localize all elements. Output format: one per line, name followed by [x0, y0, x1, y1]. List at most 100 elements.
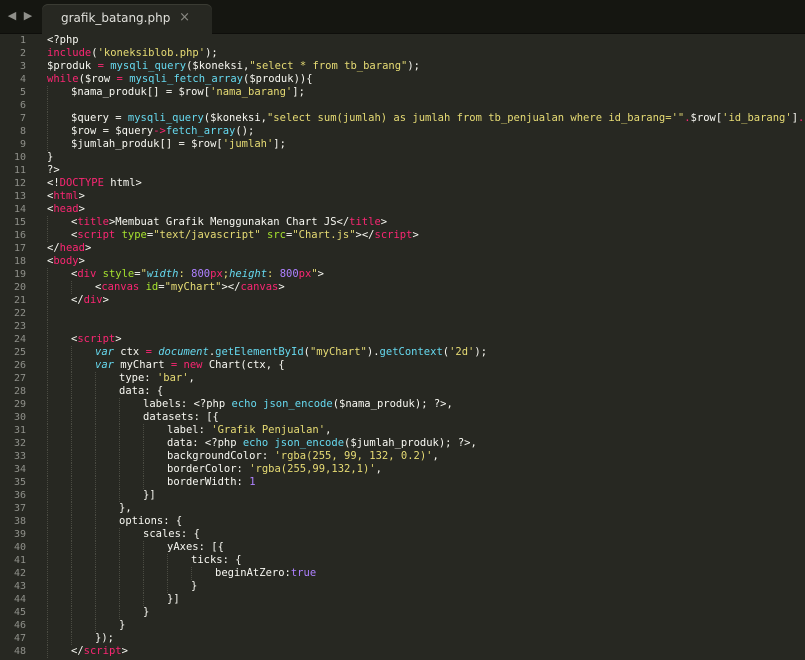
code-line[interactable]: <script>: [47, 333, 805, 346]
code-line[interactable]: backgroundColor: 'rgba(255, 99, 132, 0.2…: [47, 450, 805, 463]
code-token: ($row: [78, 73, 117, 85]
code-line[interactable]: });: [47, 632, 805, 645]
line-number: 33: [13, 451, 26, 462]
code-line[interactable]: <!DOCTYPE html>: [47, 177, 805, 190]
code-line[interactable]: </div>: [47, 294, 805, 307]
indent-guide: [47, 502, 48, 515]
code-token: type: [121, 229, 147, 241]
code-line[interactable]: label: 'Grafik Penjualan',: [47, 424, 805, 437]
code-line[interactable]: yAxes: [{: [47, 541, 805, 554]
indent-guide: [95, 424, 96, 437]
code-token: }: [47, 151, 54, 163]
code-line[interactable]: $row = $query->fetch_array();: [47, 125, 805, 138]
code-line[interactable]: <title>Membuat Grafik Menggunakan Chart …: [47, 216, 805, 229]
code-editor[interactable]: 1 2 3 4 5 6 7 8 9 10 11 12 13 14 15 16 17 18 19 20 21 22 23 24 2…: [0, 34, 805, 660]
code-line[interactable]: borderColor: 'rgba(255,99,132,1)',: [47, 463, 805, 476]
code-token: $nama_produk[] = $row[: [71, 86, 211, 98]
code-token: label:: [167, 424, 212, 436]
code-line[interactable]: data: <?php echo json_encode($jumlah_pro…: [47, 437, 805, 450]
code-area[interactable]: <?php include('koneksiblob.php'); $produk …: [47, 34, 805, 658]
code-line[interactable]: type: 'bar',: [47, 372, 805, 385]
code-token: script: [374, 229, 413, 241]
code-token: document: [158, 346, 209, 358]
indent-guide: [119, 424, 120, 437]
code-line[interactable]: $query = mysqli_query($koneksi,"select s…: [47, 112, 805, 125]
indent-guide: [47, 424, 48, 437]
indent-guide: [47, 450, 48, 463]
indent-guide: [167, 554, 168, 567]
code-token: >: [78, 190, 85, 202]
tab-grafik-batang[interactable]: grafik_batang.php ×: [42, 4, 212, 34]
code-line[interactable]: <html>: [47, 190, 805, 203]
code-line[interactable]: </head>: [47, 242, 805, 255]
code-token: fetch_array: [165, 125, 236, 137]
code-line[interactable]: <body>: [47, 255, 805, 268]
code-line[interactable]: }: [47, 606, 805, 619]
code-token: Chart(ctx, {: [202, 359, 285, 371]
code-line[interactable]: }: [47, 619, 805, 632]
code-line[interactable]: [47, 320, 805, 333]
code-line[interactable]: while($row = mysqli_fetch_array($produk)…: [47, 73, 805, 86]
code-line[interactable]: scales: {: [47, 528, 805, 541]
nav-forward-icon[interactable]: ▶: [20, 7, 36, 23]
code-line[interactable]: data: {: [47, 385, 805, 398]
code-token: mysqli_query: [110, 60, 187, 72]
code-line[interactable]: <?php: [47, 34, 805, 47]
indent-guide: [95, 567, 96, 580]
code-token: </: [71, 645, 84, 657]
code-token: 'id_barang': [722, 112, 792, 124]
editor-window: ◀ ▶ grafik_batang.php × 1 2 3 4 5 6 7 8 9 10 11 12 1…: [0, 0, 805, 660]
code-line[interactable]: ticks: {: [47, 554, 805, 567]
code-line[interactable]: $nama_produk[] = $row['nama_barang'];: [47, 86, 805, 99]
code-line[interactable]: datasets: [{: [47, 411, 805, 424]
line-number: 15: [13, 217, 26, 228]
nav-back-icon[interactable]: ◀: [4, 7, 20, 23]
code-line[interactable]: }]: [47, 593, 805, 606]
indent-guide: [47, 593, 48, 606]
indent-guide: [71, 385, 72, 398]
indent-guide: [47, 229, 48, 242]
code-line[interactable]: $jumlah_produk[] = $row['jumlah'];: [47, 138, 805, 151]
code-token: script: [83, 645, 122, 657]
indent-guide: [143, 450, 144, 463]
line-number: 31: [13, 425, 26, 436]
line-number: 24: [13, 334, 26, 345]
code-token: );: [474, 346, 488, 358]
code-token: getContext: [379, 346, 443, 358]
code-line[interactable]: <head>: [47, 203, 805, 216]
code-line[interactable]: var ctx = document.getElementById("myCha…: [47, 346, 805, 359]
code-token: >: [121, 645, 128, 657]
code-line[interactable]: options: {: [47, 515, 805, 528]
code-line[interactable]: [47, 99, 805, 112]
code-line[interactable]: var myChart = new Chart(ctx, {: [47, 359, 805, 372]
indent-guide: [95, 437, 96, 450]
code-token: ();: [235, 125, 255, 137]
code-token: ($koneksi,: [186, 60, 250, 72]
indent-guide: [47, 398, 48, 411]
line-number: 8: [19, 126, 26, 137]
code-token: 'rgba(255,99,132,1)': [249, 463, 376, 475]
code-line[interactable]: labels: <?php echo json_encode($nama_pro…: [47, 398, 805, 411]
line-number: 42: [13, 568, 26, 579]
code-line[interactable]: [47, 307, 805, 320]
code-line[interactable]: beginAtZero:true: [47, 567, 805, 580]
tab-close-icon[interactable]: ×: [179, 10, 190, 25]
code-line[interactable]: <canvas id="myChart"></canvas>: [47, 281, 805, 294]
code-line[interactable]: <div style="width: 800px;height: 800px">: [47, 268, 805, 281]
code-line[interactable]: },: [47, 502, 805, 515]
code-line[interactable]: </script>: [47, 645, 805, 658]
line-number: 43: [13, 581, 26, 592]
indent-guide: [71, 450, 72, 463]
code-line[interactable]: }]: [47, 489, 805, 502]
line-number: 3: [19, 61, 26, 72]
code-token: script: [77, 229, 116, 241]
code-line[interactable]: ?>: [47, 164, 805, 177]
code-line[interactable]: }: [47, 580, 805, 593]
code-line[interactable]: include('koneksiblob.php');: [47, 47, 805, 60]
code-token: src: [267, 229, 286, 241]
code-line[interactable]: borderWidth: 1: [47, 476, 805, 489]
code-line[interactable]: }: [47, 151, 805, 164]
code-line[interactable]: $produk = mysqli_query($koneksi,"select …: [47, 60, 805, 73]
code-line[interactable]: <script type="text/javascript" src="Char…: [47, 229, 805, 242]
indent-guide: [47, 112, 48, 125]
